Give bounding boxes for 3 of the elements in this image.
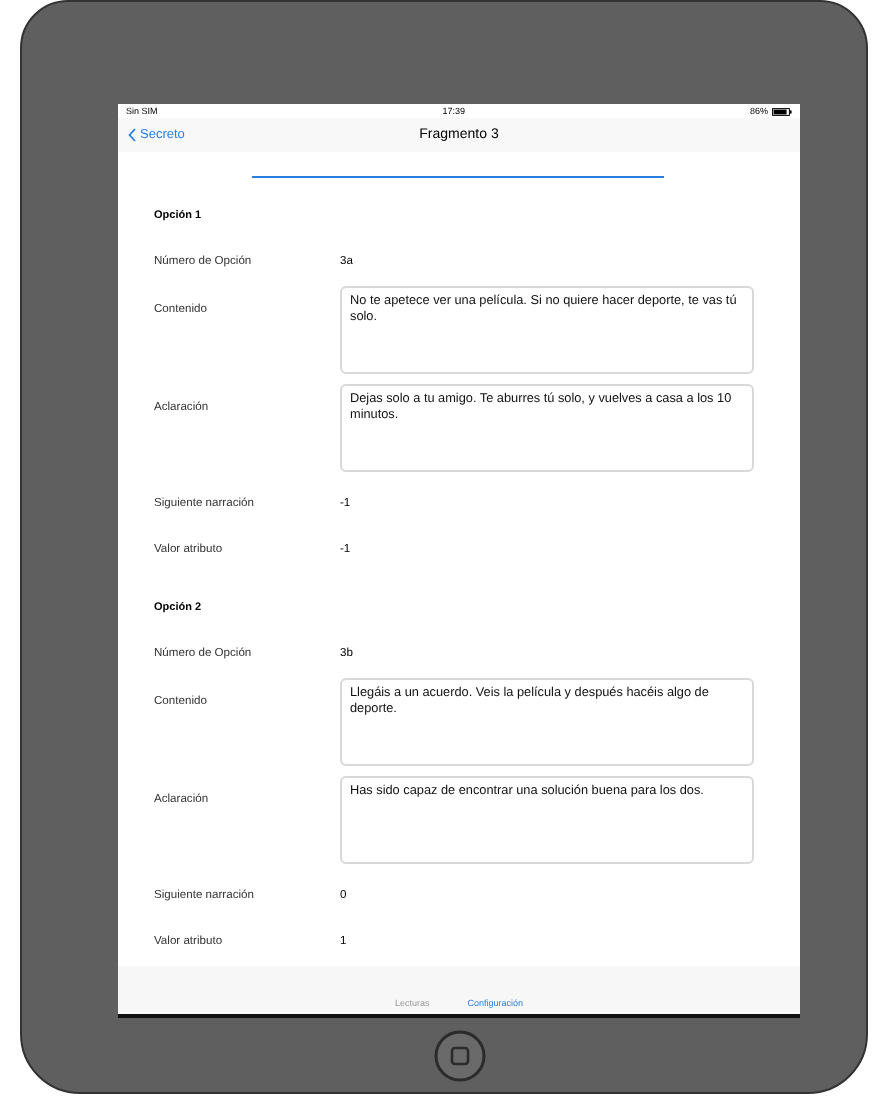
home-button[interactable]	[433, 1029, 485, 1081]
chevron-left-icon	[128, 128, 136, 143]
battery-icon	[771, 107, 792, 116]
